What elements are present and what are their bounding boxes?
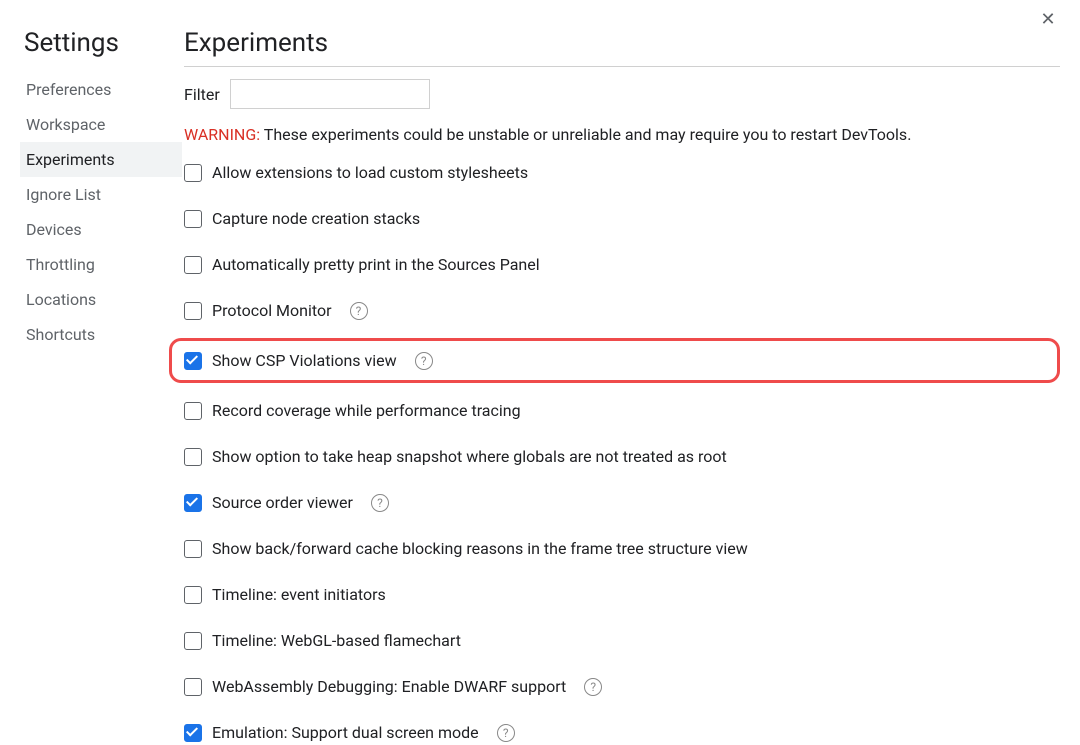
experiment-row: Allow extensions to load custom styleshe… xyxy=(184,160,1060,185)
help-icon[interactable]: ? xyxy=(415,352,433,370)
sidebar-item-throttling[interactable]: Throttling xyxy=(20,247,182,282)
experiment-label: Emulation: Support dual screen mode xyxy=(212,723,479,742)
experiment-row: Record coverage while performance tracin… xyxy=(184,398,1060,423)
experiment-row: Show CSP Violations view? xyxy=(169,338,1060,383)
experiment-row: Source order viewer? xyxy=(184,490,1060,515)
warning-message: WARNING: These experiments could be unst… xyxy=(184,125,1060,144)
experiment-row: Timeline: WebGL-based flamechart xyxy=(184,628,1060,653)
experiment-checkbox[interactable] xyxy=(184,256,202,274)
experiment-row: Emulation: Support dual screen mode? xyxy=(184,720,1060,745)
experiment-row: Show back/forward cache blocking reasons… xyxy=(184,536,1060,561)
settings-sidebar: Settings PreferencesWorkspaceExperiments… xyxy=(20,28,182,716)
help-icon[interactable]: ? xyxy=(497,724,515,742)
experiment-checkbox[interactable] xyxy=(184,210,202,228)
warning-prefix: WARNING: xyxy=(184,125,260,144)
experiment-checkbox[interactable] xyxy=(184,302,202,320)
sidebar-item-experiments[interactable]: Experiments xyxy=(20,142,182,177)
sidebar-item-shortcuts[interactable]: Shortcuts xyxy=(20,317,182,352)
warning-text: These experiments could be unstable or u… xyxy=(260,125,911,144)
help-icon[interactable]: ? xyxy=(584,678,602,696)
experiment-checkbox[interactable] xyxy=(184,352,202,370)
experiment-checkbox[interactable] xyxy=(184,540,202,558)
experiment-label: Show option to take heap snapshot where … xyxy=(212,447,727,466)
experiment-label: Capture node creation stacks xyxy=(212,209,420,228)
experiment-checkbox[interactable] xyxy=(184,678,202,696)
help-icon[interactable]: ? xyxy=(371,494,389,512)
experiment-checkbox[interactable] xyxy=(184,494,202,512)
experiment-row: Show option to take heap snapshot where … xyxy=(184,444,1060,469)
experiment-label: Source order viewer xyxy=(212,493,353,512)
sidebar-title: Settings xyxy=(20,28,182,58)
sidebar-item-ignore-list[interactable]: Ignore List xyxy=(20,177,182,212)
sidebar-item-devices[interactable]: Devices xyxy=(20,212,182,247)
experiment-row: Automatically pretty print in the Source… xyxy=(184,252,1060,277)
experiment-label: Record coverage while performance tracin… xyxy=(212,401,521,420)
experiment-label: WebAssembly Debugging: Enable DWARF supp… xyxy=(212,677,566,696)
sidebar-item-workspace[interactable]: Workspace xyxy=(20,107,182,142)
experiment-label: Show CSP Violations view xyxy=(212,351,397,370)
experiment-checkbox[interactable] xyxy=(184,724,202,742)
experiment-row: Capture node creation stacks xyxy=(184,206,1060,231)
experiment-label: Timeline: WebGL-based flamechart xyxy=(212,631,461,650)
experiment-label: Timeline: event initiators xyxy=(212,585,386,604)
experiment-checkbox[interactable] xyxy=(184,632,202,650)
page-title: Experiments xyxy=(184,28,1060,67)
sidebar-item-locations[interactable]: Locations xyxy=(20,282,182,317)
experiment-label: Allow extensions to load custom styleshe… xyxy=(212,163,528,182)
experiment-row: WebAssembly Debugging: Enable DWARF supp… xyxy=(184,674,1060,699)
sidebar-list: PreferencesWorkspaceExperimentsIgnore Li… xyxy=(20,72,182,352)
experiment-label: Show back/forward cache blocking reasons… xyxy=(212,539,748,558)
experiment-list: Allow extensions to load custom styleshe… xyxy=(184,160,1060,745)
sidebar-item-preferences[interactable]: Preferences xyxy=(20,72,182,107)
settings-panel: ✕ Settings PreferencesWorkspaceExperimen… xyxy=(0,0,1080,716)
experiment-row: Timeline: event initiators xyxy=(184,582,1060,607)
filter-row: Filter xyxy=(184,79,1060,109)
help-icon[interactable]: ? xyxy=(350,302,368,320)
experiment-label: Protocol Monitor xyxy=(212,301,332,320)
filter-input[interactable] xyxy=(230,79,430,109)
experiments-pane: Experiments Filter WARNING: These experi… xyxy=(182,28,1060,716)
close-icon[interactable]: ✕ xyxy=(1038,10,1058,30)
experiment-checkbox[interactable] xyxy=(184,164,202,182)
experiment-checkbox[interactable] xyxy=(184,448,202,466)
filter-label: Filter xyxy=(184,85,220,104)
experiment-label: Automatically pretty print in the Source… xyxy=(212,255,540,274)
experiment-row: Protocol Monitor? xyxy=(184,298,1060,323)
experiment-checkbox[interactable] xyxy=(184,402,202,420)
experiment-checkbox[interactable] xyxy=(184,586,202,604)
